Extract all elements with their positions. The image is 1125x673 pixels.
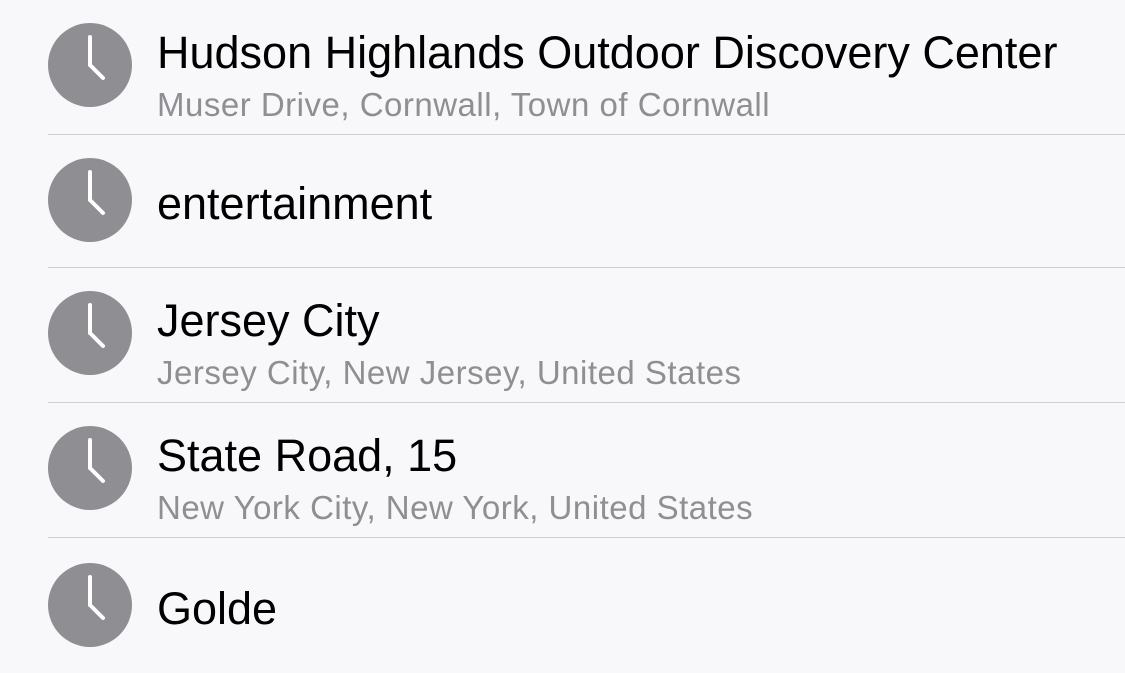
recent-item-title: Golde (157, 583, 278, 634)
clock-icon (48, 563, 132, 647)
clock-icon (48, 23, 132, 107)
recent-item-hudson-highlands[interactable]: Hudson Highlands Outdoor Discovery Cente… (0, 0, 1125, 135)
recent-item-title: entertainment (157, 178, 433, 229)
clock-icon (48, 158, 132, 242)
recent-item-subtitle: New York City, New York, United States (157, 489, 754, 526)
clock-icon (48, 426, 132, 510)
recent-item-golde[interactable]: Golde (0, 538, 1125, 673)
recent-item-title: Hudson Highlands Outdoor Discovery Cente… (157, 27, 1058, 78)
recent-searches-list: Hudson Highlands Outdoor Discovery Cente… (0, 0, 1125, 672)
recent-item-entertainment[interactable]: entertainment (0, 133, 1125, 268)
recent-item-title: State Road, 15 (157, 430, 458, 481)
recent-item-state-road-15[interactable]: State Road, 15 New York City, New York, … (0, 403, 1125, 538)
recent-item-subtitle: Jersey City, New Jersey, United States (157, 354, 742, 391)
clock-icon (48, 291, 132, 375)
recent-item-subtitle: Muser Drive, Cornwall, Town of Cornwall (157, 86, 771, 123)
recent-item-jersey-city[interactable]: Jersey City Jersey City, New Jersey, Uni… (0, 268, 1125, 403)
recent-item-title: Jersey City (157, 295, 380, 346)
